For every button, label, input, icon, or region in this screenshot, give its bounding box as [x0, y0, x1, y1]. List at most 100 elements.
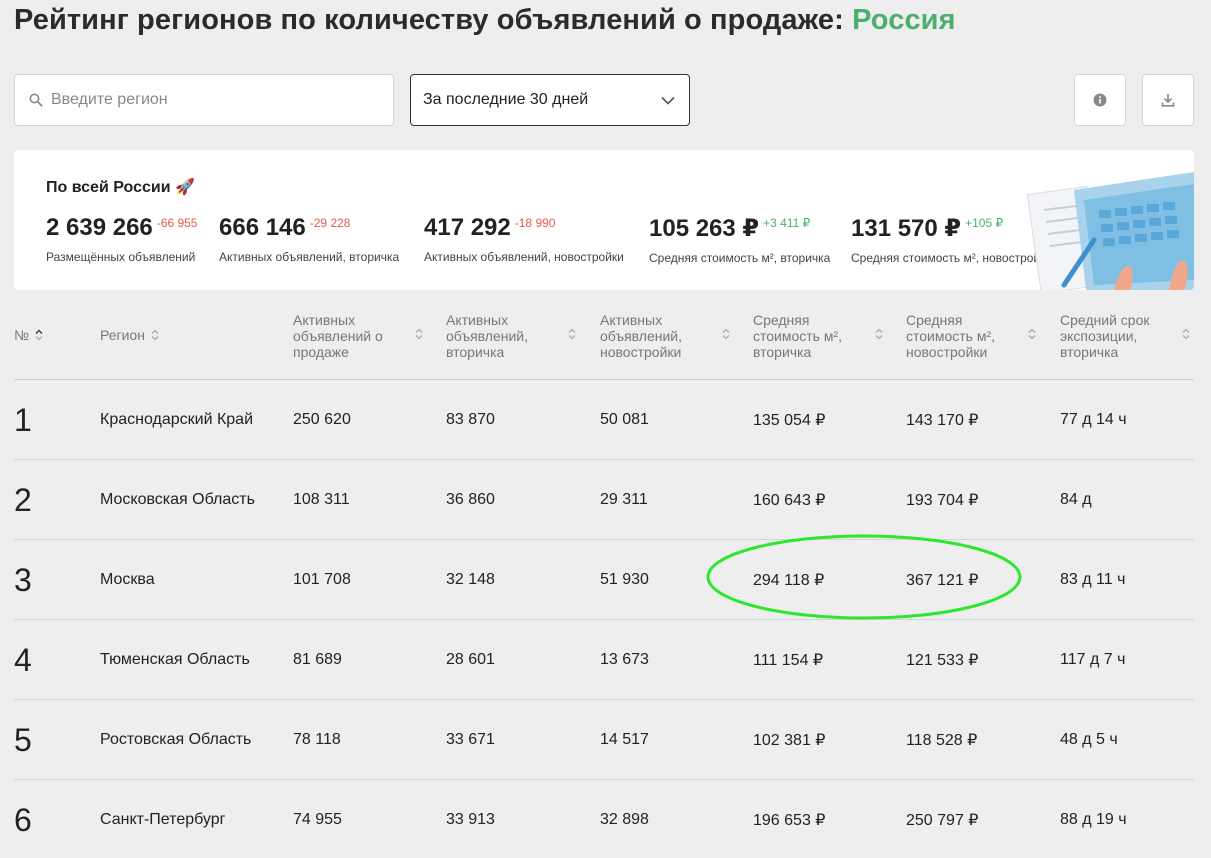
info-button[interactable] — [1074, 74, 1126, 126]
sort-icon — [568, 328, 576, 340]
cell-active-total: 250 620 — [293, 411, 351, 428]
cell-active-new: 13 673 — [600, 651, 649, 668]
cell-region: Московская Область — [100, 491, 255, 508]
cell-region: Тюменская Область — [100, 651, 250, 668]
stat-label: Активных объявлений, новостройки — [424, 250, 624, 264]
col-header-label: Активных объявлений, новостройки — [600, 312, 683, 360]
cell-active-secondary: 33 913 — [446, 811, 495, 828]
page-title-country[interactable]: Россия — [852, 4, 956, 36]
download-icon — [1161, 94, 1175, 107]
cell-active-secondary: 28 601 — [446, 651, 495, 668]
cell-active-total: 74 955 — [293, 811, 342, 828]
summary-card: По всей России 🚀 2 639 266 -66 955 Размещ… — [14, 150, 1194, 290]
page-title-text: Рейтинг регионов по количеству объявлени… — [14, 4, 844, 36]
search-icon — [29, 93, 43, 107]
cell-exposure: 117 д 7 ч — [1060, 651, 1126, 668]
cell-num: 4 — [14, 641, 32, 678]
cell-region: Москва — [100, 571, 155, 588]
cell-num: 6 — [14, 801, 32, 838]
table-row[interactable]: 6 Санкт-Петербург 74 955 33 913 32 898 196 65… — [14, 780, 1194, 858]
sort-icon — [35, 329, 43, 341]
cell-active-secondary: 36 860 — [446, 491, 495, 508]
summary-title: По всей России 🚀 — [46, 179, 195, 196]
cell-price-new: 118 528 ₽ — [906, 732, 978, 749]
cell-region: Краснодарский Край — [100, 411, 254, 428]
stat-value: 131 570 ₽ — [851, 215, 962, 242]
col-header-label: Средняя стоимость м², новостройки — [906, 312, 996, 360]
cell-exposure: 88 д 19 ч — [1060, 811, 1127, 828]
col-header-label: Регион — [100, 327, 145, 343]
sort-icon — [722, 328, 730, 340]
sort-icon — [875, 328, 883, 340]
cell-price-new: 121 533 ₽ — [906, 652, 979, 669]
table-row[interactable]: 5 Ростовская Область 78 118 33 671 14 517 102… — [14, 700, 1194, 780]
cell-region: Санкт-Петербург — [100, 811, 226, 828]
col-header-num[interactable]: № — [14, 327, 43, 343]
cell-active-new: 50 081 — [600, 411, 649, 428]
cell-active-total: 78 118 — [293, 731, 341, 748]
laptop-illustration — [1026, 172, 1194, 290]
table-row[interactable]: 1 Краснодарский Край 250 620 83 870 50 081 13… — [14, 380, 1194, 460]
col-header-region[interactable]: Регион — [100, 327, 159, 343]
stat-delta: -66 955 — [156, 216, 198, 230]
stat-delta: +105 ₽ — [965, 216, 1004, 230]
col-header-active-new[interactable]: Активных объявлений, новостройки — [600, 312, 730, 360]
cell-price-new: 367 121 ₽ — [906, 572, 979, 589]
cell-active-total: 108 311 — [293, 491, 350, 508]
cell-active-new: 51 930 — [600, 571, 649, 588]
col-header-active-secondary[interactable]: Активных объявлений, вторичка — [446, 312, 576, 360]
region-search[interactable] — [14, 74, 394, 126]
cell-active-new: 29 311 — [600, 491, 648, 508]
col-header-label: Средний срок экспозиции, вторичка — [1060, 312, 1150, 360]
stat-price-secondary: 105 263 ₽ +3 411 ₽ Средняя стоимость м², … — [649, 214, 830, 265]
cell-num: 1 — [14, 401, 32, 438]
col-header-label: № — [14, 327, 30, 343]
cell-active-secondary: 83 870 — [446, 411, 495, 428]
col-header-active-total[interactable]: Активных объявлений о продаже — [293, 312, 423, 360]
table-row[interactable]: 4 Тюменская Область 81 689 28 601 13 673 111 … — [14, 620, 1194, 700]
cell-num: 3 — [14, 561, 32, 598]
cell-active-secondary: 32 148 — [446, 571, 495, 588]
region-search-input[interactable] — [51, 91, 371, 109]
stat-label: Активных объявлений, вторичка — [219, 250, 400, 264]
cell-active-total: 101 708 — [293, 571, 351, 588]
cell-active-new: 32 898 — [600, 811, 649, 828]
chevron-down-icon — [661, 96, 675, 105]
cell-active-total: 81 689 — [293, 651, 342, 668]
stat-value: 417 292 — [424, 214, 511, 241]
cell-num: 5 — [14, 721, 32, 758]
col-header-label: Средняя стоимость м², вторичка — [753, 312, 843, 360]
sort-icon — [415, 328, 423, 340]
period-select-value: За последние 30 дней — [423, 91, 589, 108]
page-title: Рейтинг регионов по количеству объявлени… — [14, 4, 956, 37]
stat-label: Размещённых объявлений — [46, 250, 196, 264]
col-header-price-secondary[interactable]: Средняя стоимость м², вторичка — [753, 312, 883, 360]
stat-delta: +3 411 ₽ — [763, 216, 811, 230]
sort-icon — [1182, 328, 1190, 340]
cell-num: 2 — [14, 481, 32, 518]
col-header-price-new[interactable]: Средняя стоимость м², новостройки — [906, 312, 1036, 360]
cell-exposure: 84 д — [1060, 491, 1092, 508]
cell-active-secondary: 33 671 — [446, 731, 495, 748]
period-select[interactable]: За последние 30 дней — [410, 74, 690, 126]
table-row[interactable]: 3 Москва 101 708 32 148 51 930 294 118 ₽ 367 1… — [14, 540, 1194, 620]
sort-icon — [151, 329, 159, 341]
col-header-label: Активных объявлений, вторичка — [446, 312, 529, 360]
cell-price-new: 143 170 ₽ — [906, 412, 979, 429]
sort-icon — [1028, 328, 1036, 340]
stat-value: 2 639 266 — [46, 214, 153, 241]
table-row[interactable]: 2 Московская Область 108 311 36 860 29 311 16… — [14, 460, 1194, 540]
download-button[interactable] — [1142, 74, 1194, 126]
cell-exposure: 77 д 14 ч — [1060, 411, 1127, 428]
cell-price-new: 193 704 ₽ — [906, 492, 979, 509]
stat-listings-total: 2 639 266 -66 955 Размещённых объявлений — [46, 214, 197, 264]
cell-price-secondary: 196 653 ₽ — [753, 812, 826, 829]
stat-label: Средняя стоимость м², вторичка — [649, 251, 831, 265]
col-header-label: Активных объявлений о продаже — [293, 312, 383, 360]
col-header-exposure[interactable]: Средний срок экспозиции, вторичка — [1060, 312, 1190, 360]
cell-price-new: 250 797 ₽ — [906, 812, 979, 829]
cell-exposure: 48 д 5 ч — [1060, 731, 1118, 748]
cell-exposure: 83 д 11 ч — [1060, 571, 1126, 588]
stat-delta: -29 228 — [309, 216, 351, 230]
info-icon — [1093, 93, 1107, 107]
